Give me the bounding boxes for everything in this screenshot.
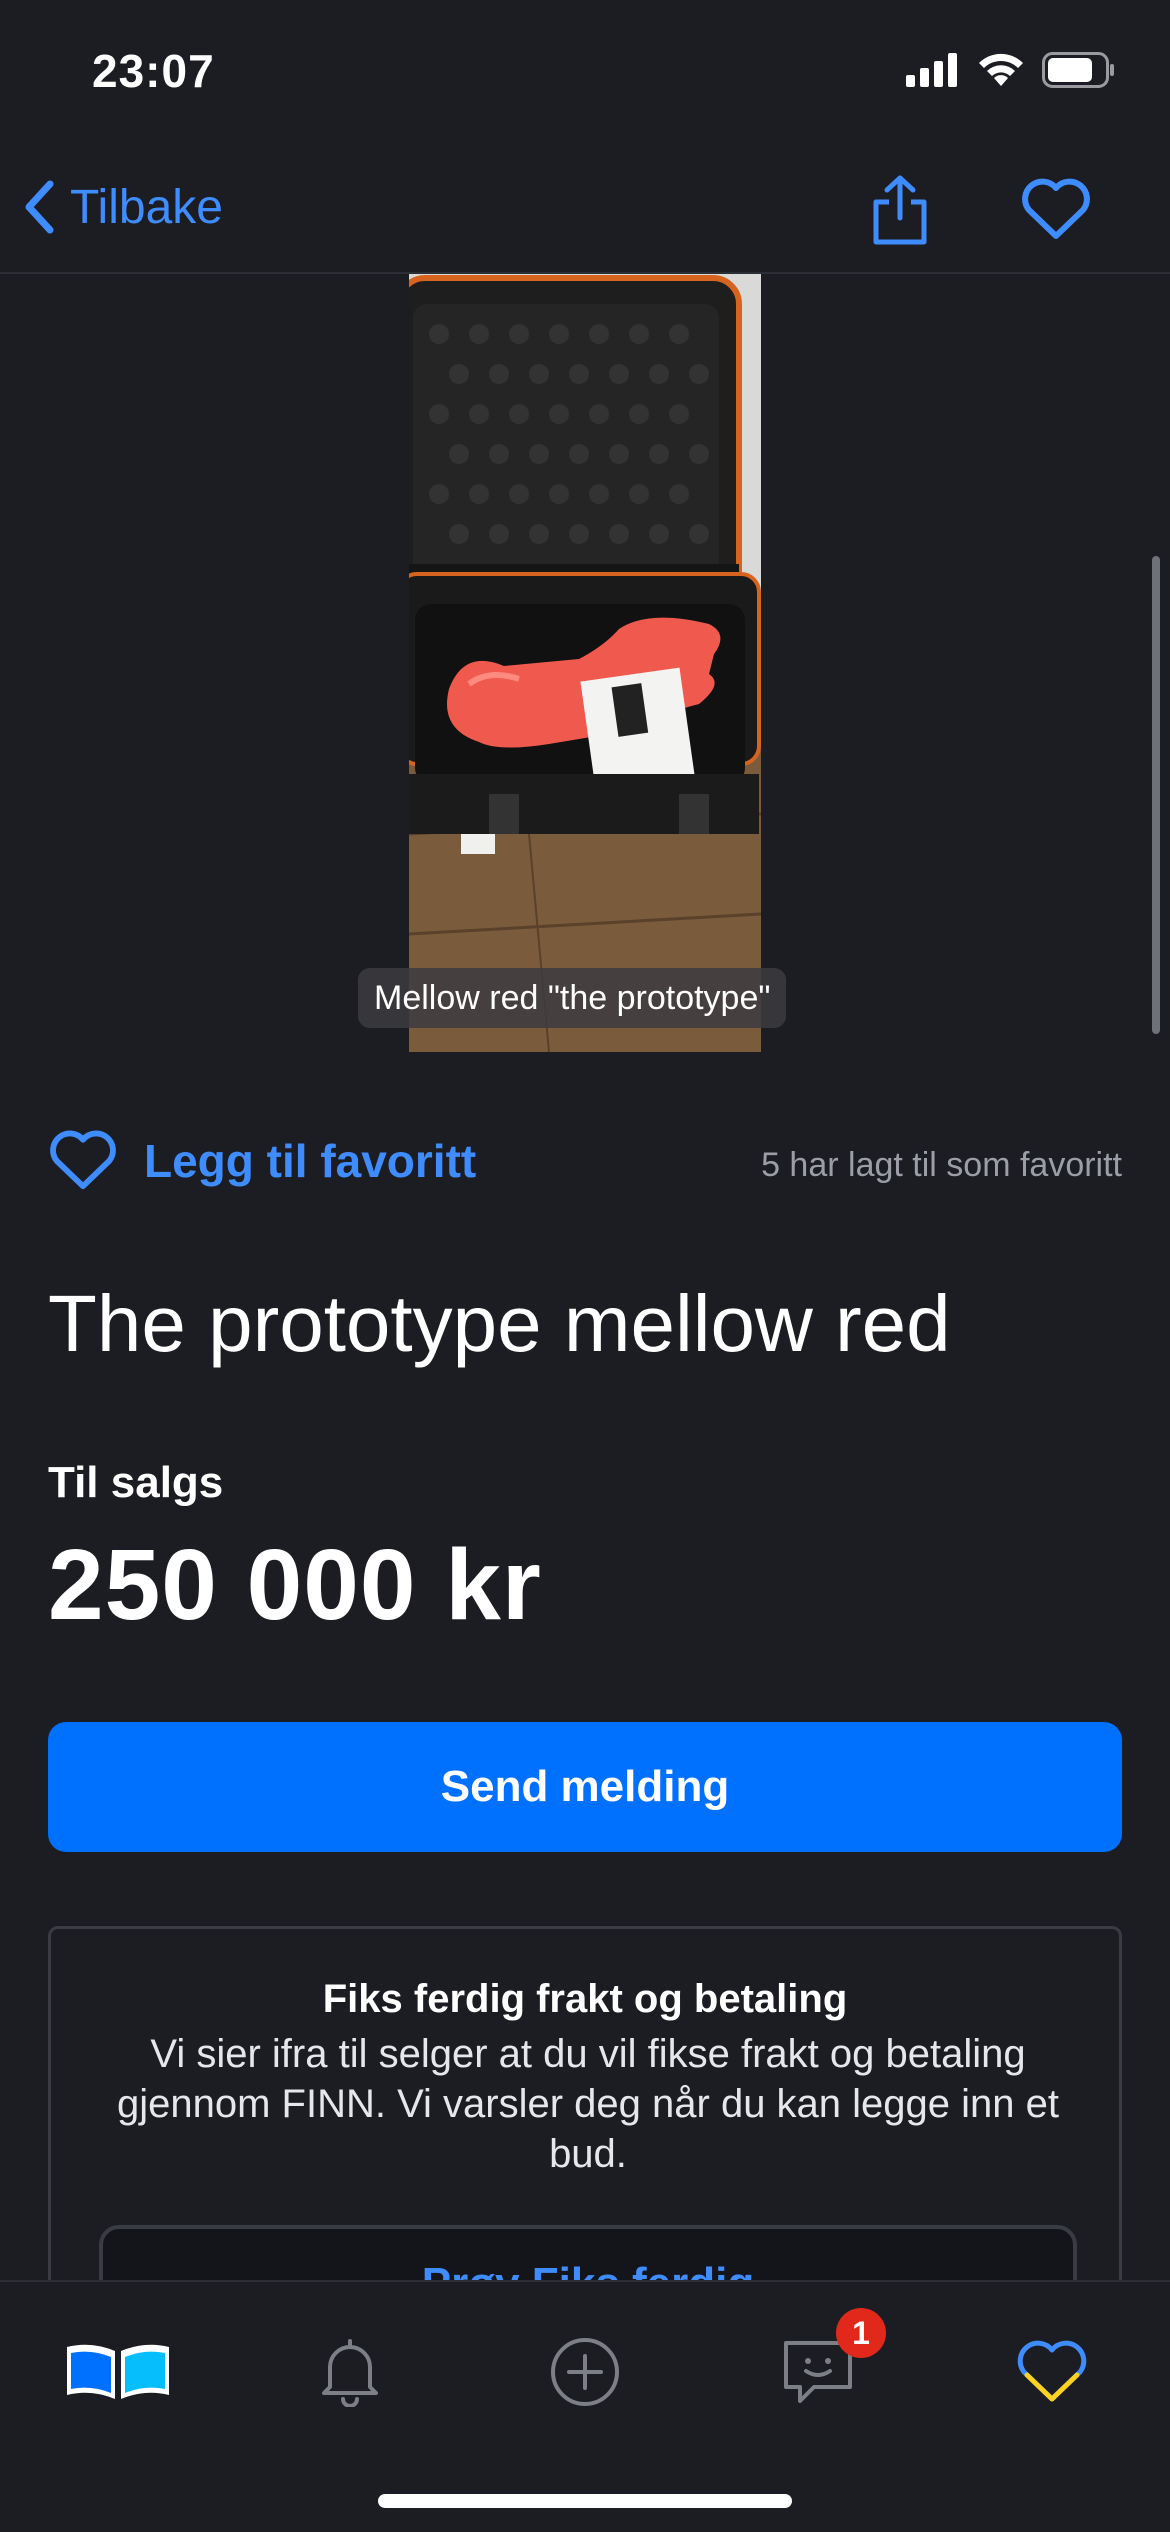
favorite-row: Legg til favoritt 5 har lagt til som fav…	[48, 1130, 1122, 1200]
favorite-toggle-button[interactable]	[1016, 170, 1096, 250]
share-button[interactable]	[860, 170, 940, 250]
chevron-left-icon	[25, 180, 54, 234]
share-icon	[873, 175, 927, 245]
tab-new-ad[interactable]	[525, 2322, 645, 2422]
image-gallery[interactable]	[0, 274, 1170, 1052]
home-indicator[interactable]	[378, 2494, 792, 2508]
status-time: 23:07	[92, 45, 215, 97]
case-photo-illustration	[409, 274, 761, 1052]
wifi-icon	[979, 53, 1023, 86]
bell-icon	[322, 2339, 378, 2407]
sale-type-label: Til salgs	[48, 1458, 224, 1507]
app-root: 23:07 Tilbake Mellow red "the prototype"…	[0, 0, 1170, 2532]
battery-icon	[1042, 52, 1114, 88]
add-to-favorites-button[interactable]: Legg til favoritt	[48, 1130, 476, 1192]
market-book-icon	[67, 2344, 169, 2399]
listing-title: The prototype mellow red	[48, 1279, 951, 1368]
back-button-label: Tilbake	[70, 180, 223, 234]
tab-notifications[interactable]	[290, 2322, 410, 2422]
send-message-button[interactable]: Send melding	[48, 1722, 1122, 1852]
status-icons	[906, 52, 1116, 88]
scroll-indicator[interactable]	[1152, 556, 1160, 1034]
plus-circle-icon	[551, 2338, 619, 2406]
listing-photo[interactable]	[409, 274, 761, 1052]
listing-price: 250 000 kr	[48, 1529, 542, 1641]
fiks-ferdig-title: Fiks ferdig frakt og betaling	[322, 1977, 848, 2021]
heart-outline-icon	[50, 1130, 116, 1190]
navigation-bar: Tilbake	[0, 150, 1170, 274]
heart-icon	[1017, 2340, 1087, 2402]
tab-market[interactable]	[58, 2322, 178, 2422]
favorite-count-text: 5 har lagt til som favoritt	[761, 1146, 1122, 1184]
status-bar: 23:07	[0, 0, 1170, 150]
tab-favorites[interactable]	[992, 2322, 1112, 2422]
tab-messages[interactable]: 1	[758, 2308, 886, 2422]
cellular-signal-icon	[906, 53, 957, 87]
photo-caption: Mellow red "the prototype"	[358, 968, 787, 1028]
add-to-favorites-label: Legg til favoritt	[144, 1135, 477, 1187]
messages-badge: 1	[836, 2308, 886, 2358]
back-button[interactable]: Tilbake	[22, 172, 223, 242]
fiks-ferdig-description: Vi sier ifra til selger at du vil fikse …	[116, 2032, 1059, 2176]
heart-icon	[1022, 178, 1090, 239]
